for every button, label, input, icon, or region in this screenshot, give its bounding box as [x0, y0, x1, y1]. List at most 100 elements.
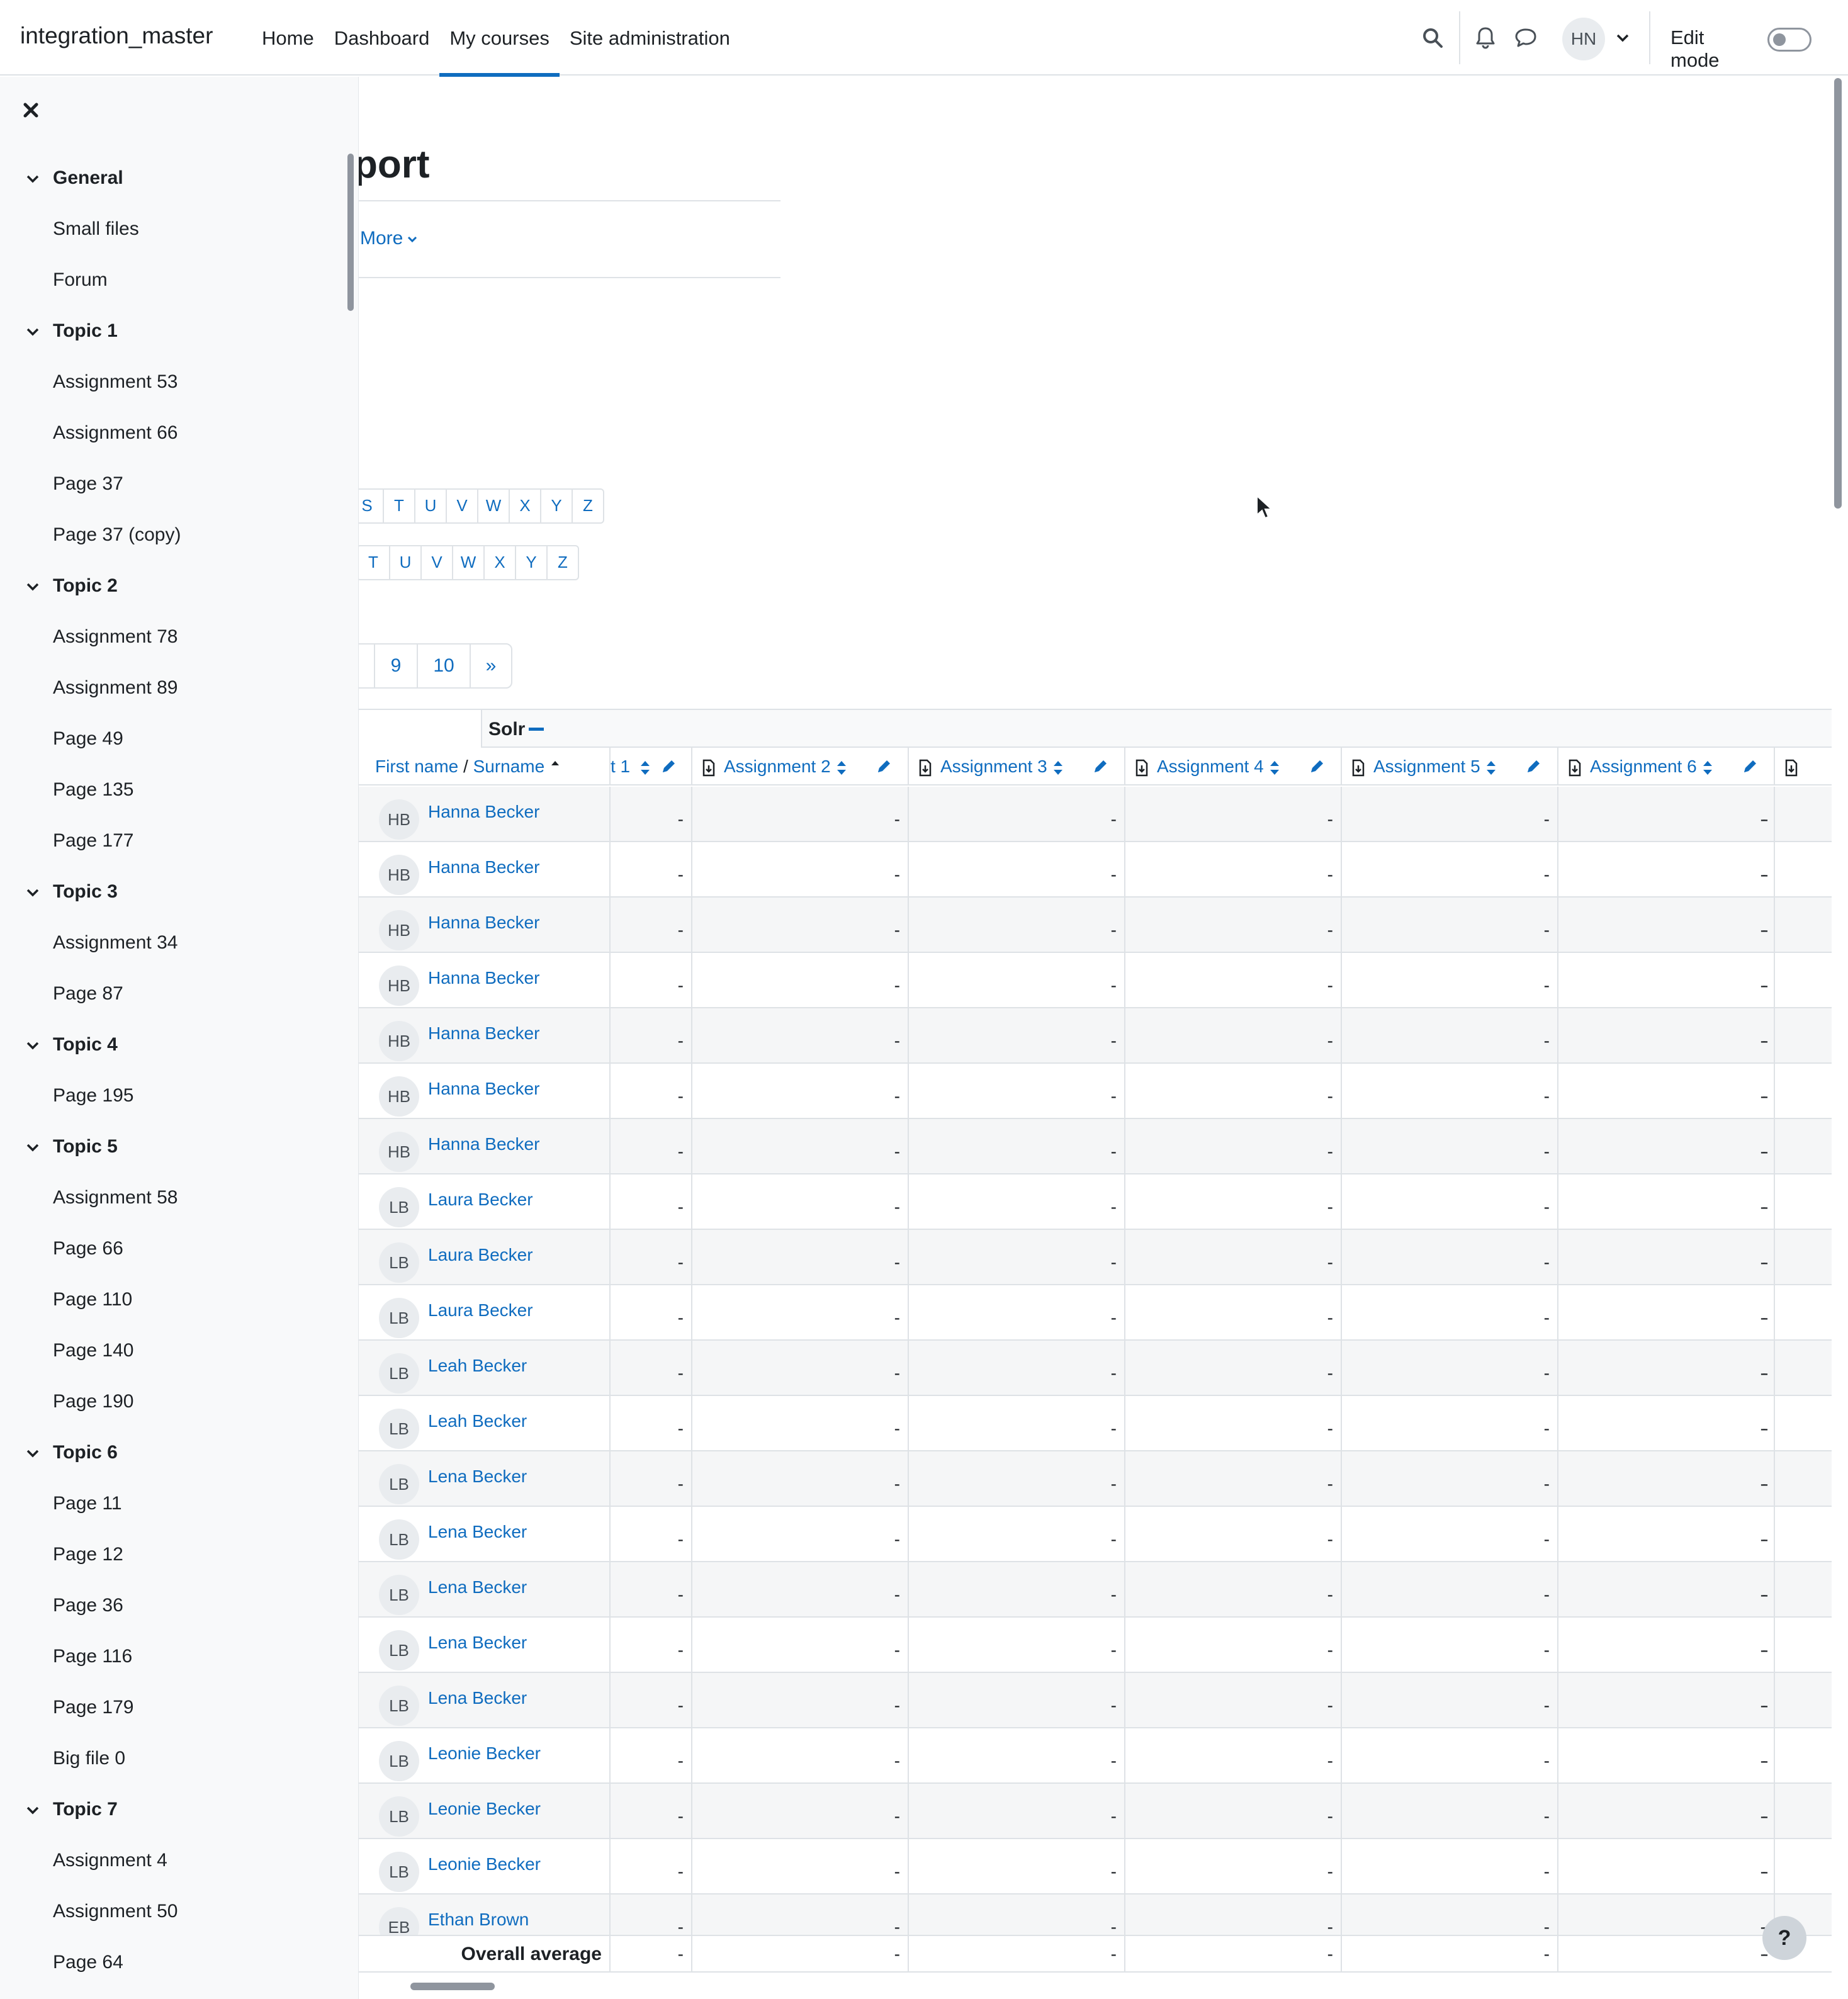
grade-cell[interactable]: - [1341, 842, 1557, 896]
course-activity[interactable]: Assignment 78 [0, 626, 346, 677]
user-name-link[interactable]: Leah Becker [428, 1411, 527, 1431]
grade-cell[interactable]: - [1557, 1064, 1774, 1118]
grade-cell[interactable]: - [1762, 1673, 1769, 1727]
grade-cell[interactable]: - [609, 1451, 691, 1506]
course-section[interactable]: Topic 3 [0, 881, 346, 932]
grade-cell[interactable]: - [691, 898, 908, 952]
grade-cell[interactable]: - [1341, 1008, 1557, 1062]
grade-cell[interactable]: - [609, 1008, 691, 1062]
sort-firstname-link[interactable]: First name [375, 757, 458, 776]
grade-cell[interactable]: - [1341, 1174, 1557, 1229]
grade-cell[interactable]: - [1557, 1784, 1774, 1838]
initial-letter-link[interactable]: T [383, 490, 414, 522]
user-name-link[interactable]: Hanna Becker [428, 1079, 539, 1099]
grade-cell[interactable]: - [1341, 787, 1557, 841]
grade-item-link[interactable]: Assignment 2 [724, 757, 831, 776]
grade-cell[interactable]: - [908, 1562, 1124, 1616]
grade-cell[interactable]: - [908, 1784, 1124, 1838]
nav-home[interactable]: Home [252, 0, 324, 76]
grade-cell[interactable]: - [1124, 1562, 1341, 1616]
page-link[interactable]: 8 [359, 645, 374, 687]
grade-cell[interactable]: - [1124, 787, 1341, 841]
grade-cell[interactable]: - [609, 842, 691, 896]
initial-letter-link[interactable]: V [420, 546, 452, 579]
course-activity[interactable]: Page 140 [0, 1340, 346, 1391]
user-name-link[interactable]: Ethan Brown [428, 1910, 529, 1930]
horizontal-scrollbar[interactable] [410, 1983, 495, 1990]
grade-cell[interactable]: - [1341, 1285, 1557, 1339]
grade-item-link[interactable]: Assignment 6 [1590, 757, 1697, 776]
grade-cell[interactable]: - [908, 1174, 1124, 1229]
course-section[interactable]: Topic 5 [0, 1136, 346, 1187]
user-name-link[interactable]: Laura Becker [428, 1245, 533, 1265]
grade-cell[interactable]: - [908, 898, 1124, 952]
grade-cell[interactable]: - [1762, 1396, 1769, 1450]
grade-cell[interactable]: - [1762, 953, 1769, 1007]
user-name-link[interactable]: Lena Becker [428, 1688, 527, 1708]
nav-dashboard[interactable]: Dashboard [324, 0, 440, 76]
grade-cell[interactable]: - [1124, 1341, 1341, 1395]
course-activity[interactable]: Page 49 [0, 728, 346, 779]
course-activity[interactable]: Forum [0, 269, 346, 320]
grade-cell[interactable]: - [609, 1562, 691, 1616]
course-section[interactable]: General [0, 167, 346, 218]
grade-cell[interactable]: - [609, 1618, 691, 1672]
course-activity[interactable]: Assignment 89 [0, 677, 346, 728]
grade-item-link[interactable]: Assignment 5 [1373, 757, 1480, 776]
chevron-down-icon[interactable] [25, 885, 40, 900]
edit-pencil-icon[interactable] [1093, 758, 1109, 774]
grade-cell[interactable]: - [691, 1451, 908, 1506]
grade-cell[interactable]: - [1341, 1618, 1557, 1672]
search-icon[interactable] [1420, 25, 1445, 50]
grade-cell[interactable]: - [1341, 1562, 1557, 1616]
grade-cell[interactable]: - [609, 1341, 691, 1395]
initial-letter-link[interactable]: T [359, 546, 389, 579]
grade-cell[interactable]: - [1557, 787, 1774, 841]
grade-cell[interactable]: - [1124, 898, 1341, 952]
grade-cell[interactable]: - [609, 1507, 691, 1561]
course-activity[interactable]: Big file 0 [0, 1748, 346, 1799]
grade-cell[interactable]: - [1124, 1507, 1341, 1561]
course-activity[interactable]: Page 37 (copy) [0, 524, 346, 575]
course-activity[interactable]: Assignment 4 [0, 1850, 346, 1901]
grade-cell[interactable]: - [1124, 1230, 1341, 1284]
grade-cell[interactable]: - [1557, 1728, 1774, 1782]
grade-cell[interactable]: - [691, 1618, 908, 1672]
grade-cell[interactable]: - [1557, 1008, 1774, 1062]
grade-cell[interactable]: - [691, 1064, 908, 1118]
grade-cell[interactable]: - [609, 898, 691, 952]
user-name-link[interactable]: Lena Becker [428, 1577, 527, 1597]
grade-cell[interactable]: - [1557, 842, 1774, 896]
grade-cell[interactable]: - [1762, 842, 1769, 896]
user-name-link[interactable]: Lena Becker [428, 1522, 527, 1542]
help-button[interactable]: ? [1762, 1916, 1806, 1960]
grade-cell[interactable]: - [691, 1285, 908, 1339]
sort-icon[interactable] [836, 759, 847, 777]
grade-cell[interactable]: - [1762, 787, 1769, 841]
user-name-link[interactable]: Hanna Becker [428, 1023, 539, 1044]
sort-icon[interactable] [1052, 759, 1064, 777]
grade-cell[interactable]: - [1557, 1230, 1774, 1284]
user-name-link[interactable]: Hanna Becker [428, 857, 539, 877]
grade-cell[interactable]: - [691, 1174, 908, 1229]
grade-cell[interactable]: - [1341, 1341, 1557, 1395]
grade-cell[interactable]: - [691, 1230, 908, 1284]
grade-cell[interactable]: - [1124, 1839, 1341, 1893]
grade-cell[interactable]: - [609, 1396, 691, 1450]
site-brand[interactable]: integration_master [20, 23, 213, 49]
collapse-icon[interactable] [529, 728, 544, 731]
grade-cell[interactable]: - [908, 787, 1124, 841]
course-activity[interactable]: Assignment 50 [0, 1901, 346, 1952]
grade-cell[interactable]: - [1557, 1451, 1774, 1506]
initial-letter-link[interactable]: W [452, 546, 483, 579]
course-section[interactable]: Topic 2 [0, 575, 346, 626]
grade-cell[interactable]: - [691, 1728, 908, 1782]
grade-cell[interactable]: - [1557, 1618, 1774, 1672]
grade-cell[interactable]: - [691, 842, 908, 896]
grade-cell[interactable]: - [609, 953, 691, 1007]
grade-cell[interactable]: - [609, 1174, 691, 1229]
course-activity[interactable]: Page 66 [0, 1238, 346, 1289]
grade-cell[interactable]: - [1341, 1451, 1557, 1506]
grade-cell[interactable]: - [908, 1285, 1124, 1339]
grade-cell[interactable]: - [908, 1728, 1124, 1782]
